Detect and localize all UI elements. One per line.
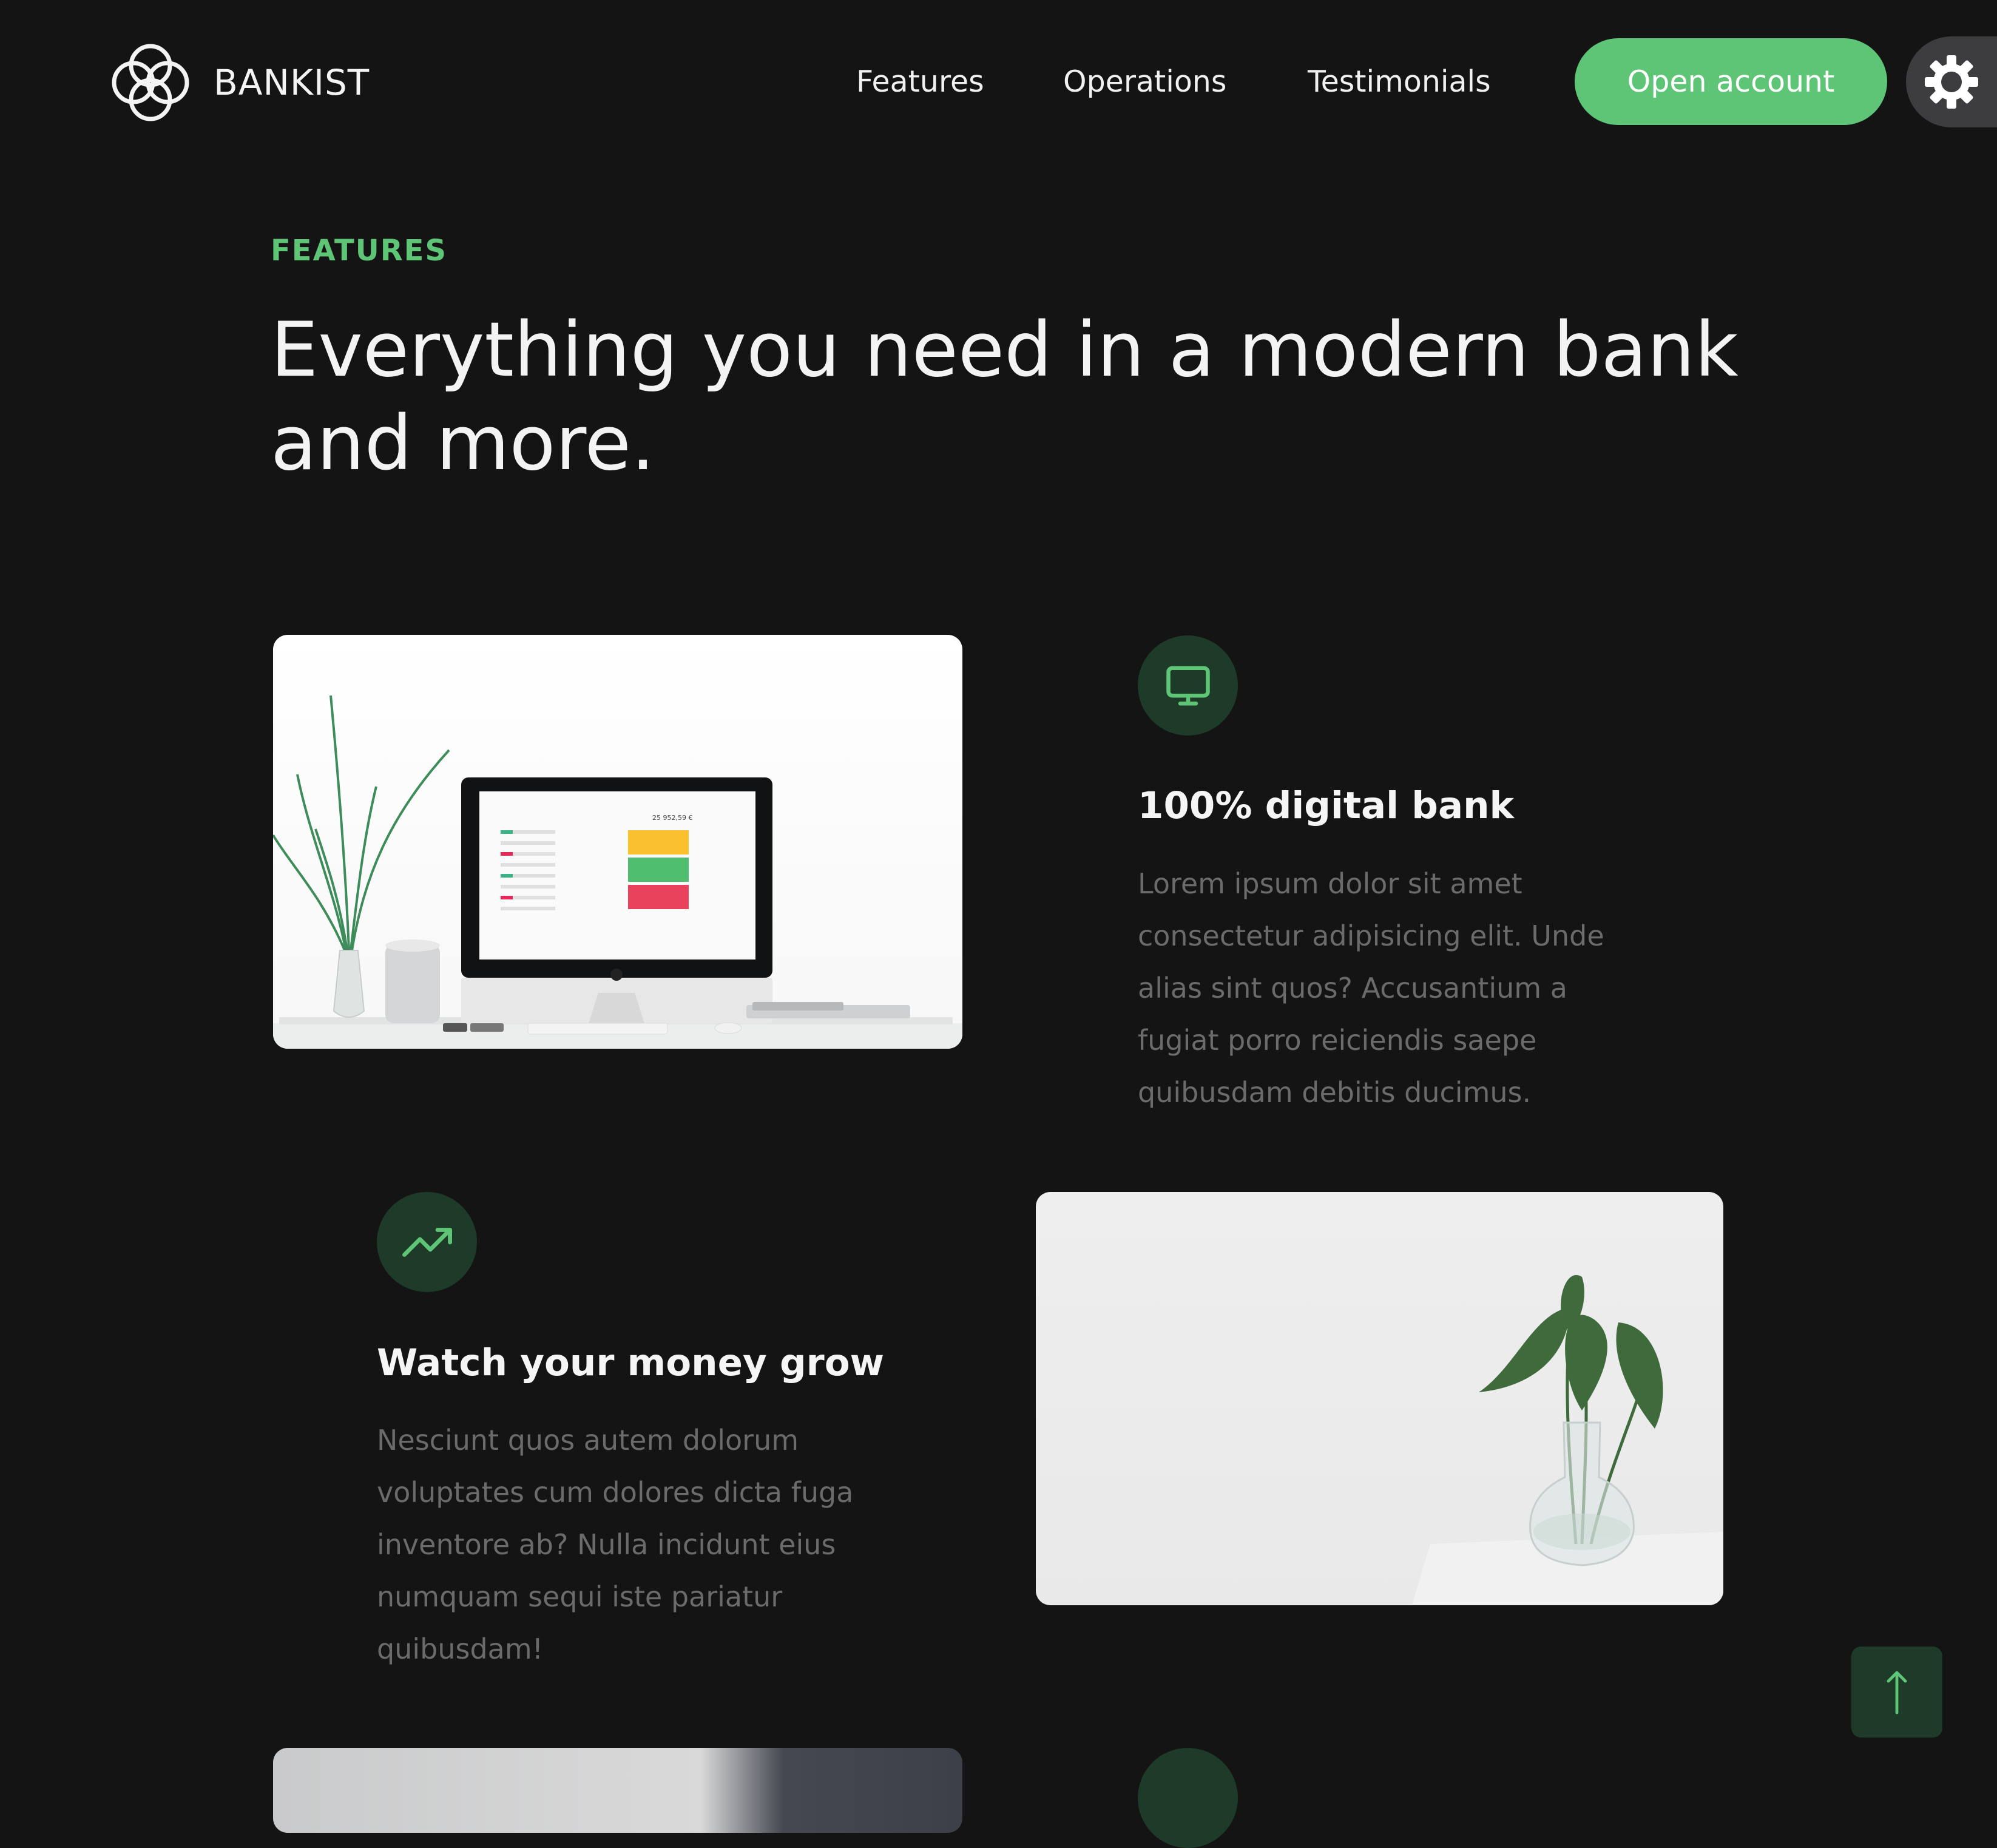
screen-balance: 25 952,59 € <box>652 814 692 822</box>
scroll-to-top-button[interactable] <box>1851 1647 1942 1738</box>
nav-link-testimonials[interactable]: Testimonials <box>1308 61 1491 103</box>
arrow-up-icon <box>1887 1671 1907 1714</box>
feature-icon-third <box>1138 1748 1238 1848</box>
feature-text-growth: Nesciunt quos autem dolorum voluptates c… <box>377 1424 854 1665</box>
feature-image-plant <box>1036 1192 1723 1605</box>
gear-icon <box>1925 55 1978 109</box>
monitor-icon <box>1166 666 1210 705</box>
section-eyebrow: FEATURES <box>271 234 448 268</box>
feature-title-digital: 100% digital bank <box>1138 784 1515 827</box>
open-account-button[interactable]: Open account <box>1575 38 1887 125</box>
nav-link-features[interactable]: Features <box>856 61 984 103</box>
feature-title-growth: Watch your money grow <box>377 1341 884 1384</box>
feature-icon-growth <box>377 1192 477 1292</box>
open-account-label: Open account <box>1627 64 1835 99</box>
bankist-logo-icon[interactable] <box>108 41 193 124</box>
section-headline: Everything you need in a modern bank and… <box>271 306 1739 487</box>
feature-image-third <box>273 1748 962 1833</box>
feature-image-digital-desk: 25 952,59 € <box>273 635 962 1049</box>
brand-name[interactable]: BANKIST <box>214 58 370 107</box>
desk-illustration: 25 952,59 € <box>273 695 962 1049</box>
plant-vase-illustration <box>1412 1274 1723 1605</box>
feature-text-digital: Lorem ipsum dolor sit amet consectetur a… <box>1138 867 1604 1109</box>
feature-icon-digital <box>1138 635 1238 736</box>
theme-toggle-button[interactable] <box>1906 36 1997 127</box>
trending-up-icon <box>402 1227 452 1257</box>
nav-link-operations[interactable]: Operations <box>1063 61 1226 103</box>
